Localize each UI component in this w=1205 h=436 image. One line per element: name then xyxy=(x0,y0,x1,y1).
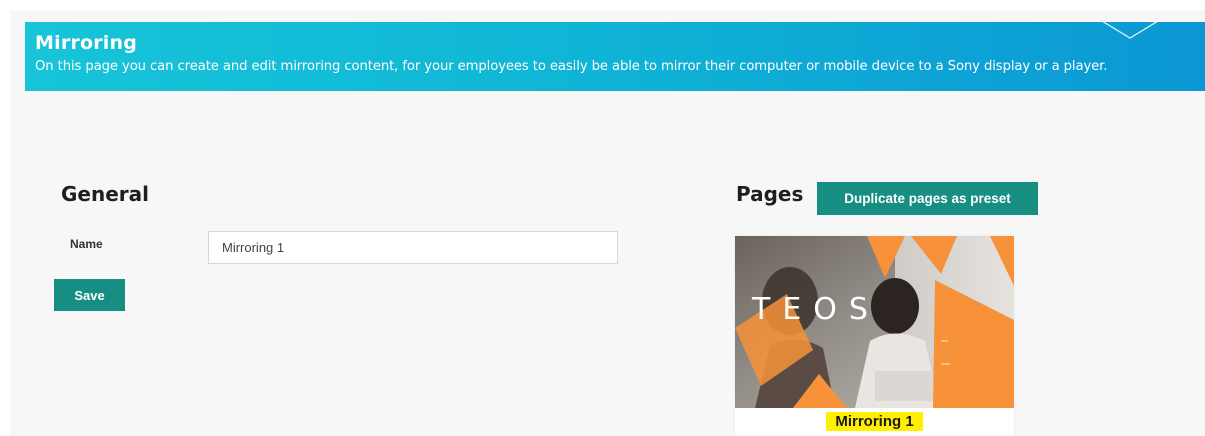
duplicate-pages-as-preset-button[interactable]: Duplicate pages as preset xyxy=(817,182,1038,215)
page-title: Mirroring xyxy=(35,32,138,54)
save-button[interactable]: Save xyxy=(54,279,125,311)
thumbnail-logo-text: TEOS xyxy=(752,292,880,327)
general-section-title: General xyxy=(61,182,149,206)
pages-section-title: Pages xyxy=(736,182,804,206)
page-description: On this page you can create and edit mir… xyxy=(35,59,1108,74)
name-label: Name xyxy=(70,237,103,251)
page-card-label: Mirroring 1 xyxy=(826,412,923,431)
mirroring-page: Mirroring On this page you can create an… xyxy=(0,0,1205,436)
chevron-down-icon xyxy=(1102,22,1158,39)
name-input[interactable] xyxy=(208,231,618,264)
page-card-label-area: Mirroring 1 xyxy=(735,408,1014,436)
page-header-banner: Mirroring On this page you can create an… xyxy=(25,22,1205,91)
page-card-mirroring-1[interactable]: TEOS Mirroring 1 xyxy=(735,236,1014,436)
